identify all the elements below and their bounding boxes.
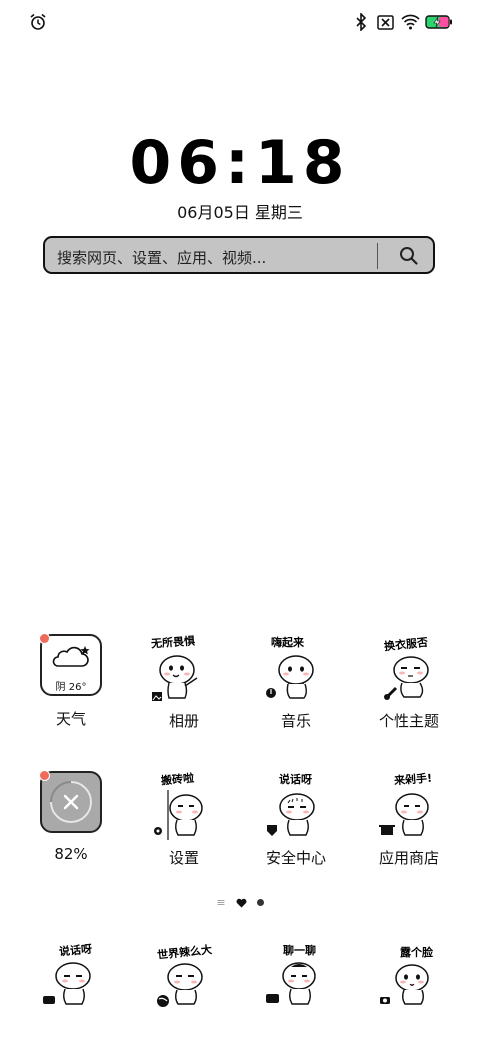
cleaner-icon xyxy=(39,770,102,833)
no-sim-icon xyxy=(376,12,394,32)
status-bar xyxy=(0,0,480,44)
app-label: 个性主题 xyxy=(378,712,439,730)
dock-messages[interactable]: 聊一聊 xyxy=(246,940,346,1010)
dock-camera[interactable]: 露个脸 xyxy=(359,940,459,1010)
app-label: 相册 xyxy=(168,712,199,730)
app-store[interactable]: 来剁手! 应用商店 xyxy=(359,771,459,868)
app-label: 82% xyxy=(54,845,88,863)
messages-icon: 聊一聊 xyxy=(261,940,331,1010)
app-label: 音乐 xyxy=(280,712,311,730)
gallery-icon: 无所畏惧 xyxy=(149,634,219,704)
app-settings[interactable]: 搬砖啦 设置 xyxy=(134,771,234,868)
camera-icon: 露个脸 xyxy=(374,940,444,1010)
notification-badge xyxy=(39,633,50,644)
search-bar[interactable]: 搜索网页、设置、应用、视频... xyxy=(43,236,435,274)
dock-phone[interactable]: 说话呀 xyxy=(22,940,122,1010)
bluetooth-icon xyxy=(354,12,368,32)
weather-icon: 阴 26° xyxy=(39,633,102,696)
page-indicator-menu-icon[interactable]: ≡ xyxy=(216,896,225,909)
app-label: 应用商店 xyxy=(378,849,439,867)
page-indicator[interactable]: ≡ xyxy=(0,894,480,910)
search-divider xyxy=(377,243,378,269)
app-label: 设置 xyxy=(168,849,199,867)
phone-icon: 说话呀 xyxy=(37,940,107,1010)
clock-time[interactable]: 06:18 xyxy=(0,128,480,198)
notification-badge xyxy=(39,770,50,781)
store-icon: 来剁手! xyxy=(374,771,444,841)
settings-icon: 搬砖啦 xyxy=(149,771,219,841)
app-cleaner[interactable]: 82% xyxy=(21,770,121,863)
app-theme[interactable]: 换衣服否 个性主题 xyxy=(359,634,459,731)
browser-icon: 世界辣么大 xyxy=(149,940,219,1010)
battery-charging-icon xyxy=(424,12,454,32)
app-security[interactable]: 说话呀 安全中心 xyxy=(246,771,346,868)
clock-date[interactable]: 06月05日 星期三 xyxy=(0,199,480,223)
theme-icon: 换衣服否 xyxy=(374,634,444,704)
app-label: 天气 xyxy=(55,710,86,728)
page-indicator-heart-icon[interactable] xyxy=(236,893,247,912)
weather-temp: 阴 26° xyxy=(55,682,87,693)
music-icon: 嗨起来 xyxy=(261,634,331,704)
wifi-icon xyxy=(400,12,420,32)
app-weather[interactable]: 阴 26° 天气 xyxy=(21,633,121,729)
alarm-icon xyxy=(28,12,48,32)
security-icon: 说话呀 xyxy=(261,771,331,841)
app-music[interactable]: 嗨起来 音乐 xyxy=(246,634,346,731)
page-indicator-dot[interactable] xyxy=(256,898,264,906)
app-label: 安全中心 xyxy=(265,849,326,867)
app-gallery[interactable]: 无所畏惧 相册 xyxy=(134,634,234,731)
search-icon[interactable] xyxy=(389,241,429,271)
dock-browser[interactable]: 世界辣么大 xyxy=(134,940,234,1010)
search-placeholder[interactable]: 搜索网页、设置、应用、视频... xyxy=(57,247,266,268)
